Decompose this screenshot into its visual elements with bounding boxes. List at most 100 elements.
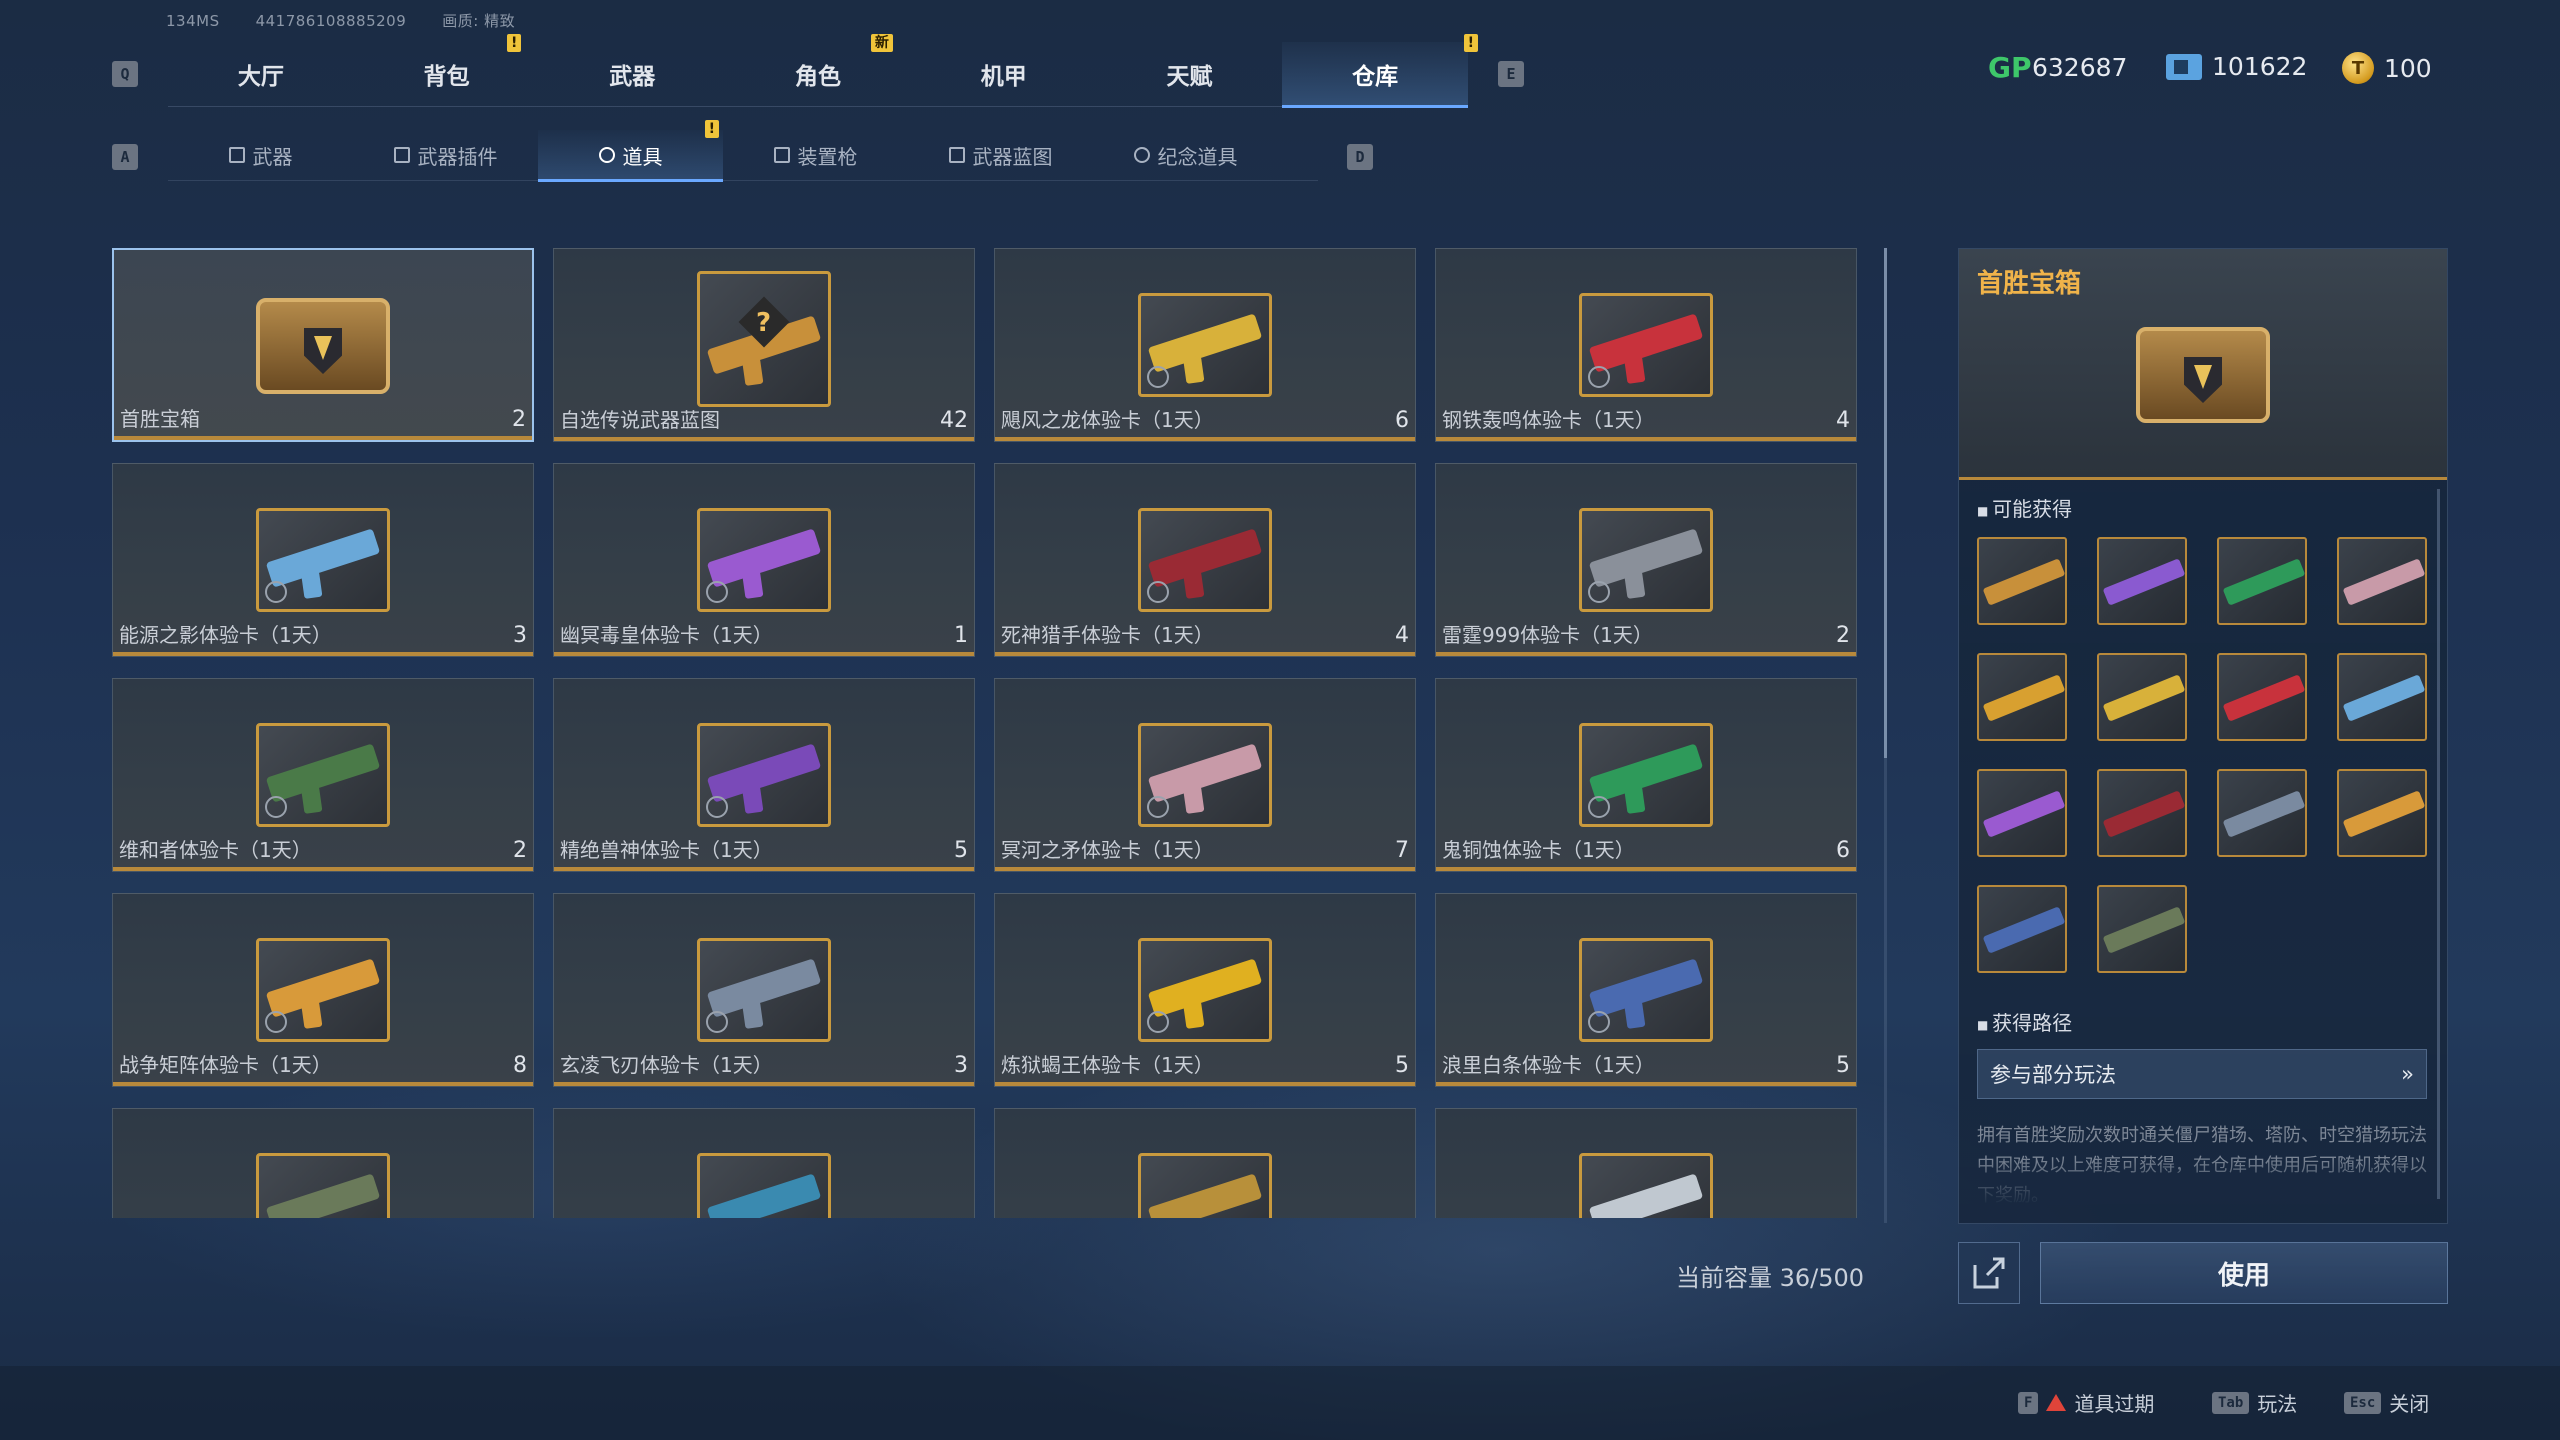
reward-weapon-icon[interactable] <box>2217 653 2307 741</box>
item-card[interactable]: 玄凌飞刃体验卡（1天） 3 <box>553 893 975 1087</box>
item-name: 玄凌飞刃体验卡（1天） <box>560 1053 773 1077</box>
gun-icon <box>228 147 245 163</box>
item-card[interactable]: 幽冥毒皇体验卡（1天） 1 <box>553 463 975 657</box>
reward-weapon-icon[interactable] <box>1977 769 2067 857</box>
footer-bar <box>0 1366 2560 1440</box>
hint-label: 关闭 <box>2389 1392 2430 1416</box>
tab-characters[interactable]: 角色 新 <box>725 34 911 106</box>
item-card[interactable]: 浪里白条体验卡（1天） 5 <box>1435 893 1857 1087</box>
item-count: 5 <box>954 838 968 863</box>
tab-lobby[interactable]: 大厅 <box>168 42 354 106</box>
tab-backpack[interactable]: 背包! <box>354 34 540 106</box>
blueprint-icon: ? <box>697 271 831 407</box>
souvenir-icon <box>1133 147 1150 163</box>
tab-talent[interactable]: 天赋 <box>1097 42 1283 106</box>
weapon-trial-card-icon <box>1579 1153 1713 1218</box>
hint-gameplay[interactable]: Tab 玩法 <box>2212 1388 2297 1417</box>
reward-weapon-icon[interactable] <box>2217 537 2307 625</box>
reward-weapon-icon[interactable] <box>2337 769 2427 857</box>
item-card[interactable] <box>553 1108 975 1218</box>
hint-close[interactable]: Esc 关闭 <box>2344 1388 2429 1417</box>
reward-weapon-icon[interactable] <box>2337 653 2427 741</box>
item-name: 鬼铜蚀体验卡（1天） <box>1442 838 1635 862</box>
capacity-readout: 当前容量 36/500 <box>1676 1264 1865 1292</box>
item-card[interactable]: ? 自选传说武器蓝图 42 <box>553 248 975 442</box>
chest-icon <box>248 280 398 400</box>
item-card[interactable]: 能源之影体验卡（1天） 3 <box>112 463 534 657</box>
item-name: 钢铁轰鸣体验卡（1天） <box>1442 408 1655 432</box>
item-card[interactable]: 精绝兽神体验卡（1天） 5 <box>553 678 975 872</box>
reward-weapon-icon[interactable] <box>2097 769 2187 857</box>
weapon-trial-card-icon <box>1579 723 1713 827</box>
tab-label: 角色 <box>795 64 842 90</box>
tab-weapons[interactable]: 武器 <box>539 42 725 106</box>
hint-expired-items[interactable]: F 道具过期 <box>2018 1388 2154 1417</box>
tab-label: 仓库 <box>1352 64 1399 90</box>
subtab-souvenirs[interactable]: 纪念道具 <box>1093 130 1278 180</box>
double-chevron-right-icon: » <box>2401 1062 2414 1086</box>
reward-weapon-icon[interactable] <box>1977 653 2067 741</box>
quality-readout: 画质: 精致 <box>442 12 516 30</box>
tab-warehouse[interactable]: 仓库! <box>1282 34 1479 108</box>
item-name: 冥河之矛体验卡（1天） <box>1001 838 1214 862</box>
detail-scrollbar[interactable] <box>2437 489 2440 1199</box>
key-a-hint[interactable]: A <box>112 144 138 170</box>
top-info: 134MS 441786108885209 画质: 精致 <box>166 10 551 31</box>
tab-label: 背包 <box>423 64 470 90</box>
path-button[interactable]: 参与部分玩法 » <box>1977 1049 2427 1099</box>
alert-badge: ! <box>1463 34 1479 52</box>
reward-weapon-icon[interactable] <box>2097 653 2187 741</box>
item-card[interactable]: 冥河之矛体验卡（1天） 7 <box>994 678 1416 872</box>
subtab-device-guns[interactable]: 装置枪 <box>723 130 908 180</box>
item-count: 1 <box>954 623 968 648</box>
item-card[interactable]: 钢铁轰鸣体验卡（1天） 4 <box>1435 248 1857 442</box>
device-icon <box>773 147 790 163</box>
path-label: 获得路径 <box>1977 1007 2072 1036</box>
weapon-trial-card-icon <box>1579 293 1713 397</box>
item-icon <box>598 147 615 163</box>
subtab-blueprints[interactable]: 武器蓝图 <box>908 130 1093 180</box>
item-card[interactable]: 首胜宝箱 2 <box>112 248 534 442</box>
item-card[interactable]: 鬼铜蚀体验卡（1天） 6 <box>1435 678 1857 872</box>
item-name: 幽冥毒皇体验卡（1天） <box>560 623 773 647</box>
item-count: 4 <box>1836 408 1850 433</box>
gp-currency: GP 632687 <box>1988 51 2127 84</box>
reward-weapon-icon[interactable] <box>2337 537 2427 625</box>
key-tab-hint: Tab <box>2212 1391 2250 1414</box>
reward-weapon-icon[interactable] <box>2217 769 2307 857</box>
subtab-items[interactable]: 道具! <box>538 120 723 182</box>
ticket-icon <box>2166 53 2202 80</box>
weapon-trial-card-icon <box>1138 1153 1272 1218</box>
item-card[interactable]: 战争矩阵体验卡（1天） 8 <box>112 893 534 1087</box>
item-count: 6 <box>1836 838 1850 863</box>
key-q-hint[interactable]: Q <box>112 61 138 87</box>
subtab-weapons[interactable]: 武器 <box>168 130 353 180</box>
subtab-weapon-plugins[interactable]: 武器插件 <box>353 130 538 180</box>
tab-mecha[interactable]: 机甲 <box>911 42 1097 106</box>
item-name: 浪里白条体验卡（1天） <box>1442 1053 1655 1077</box>
key-e-hint[interactable]: E <box>1498 61 1524 87</box>
item-card[interactable]: 死神猎手体验卡（1天） 4 <box>994 463 1416 657</box>
ticket-currency: 101622 <box>2166 52 2307 81</box>
item-card[interactable]: 雷霆999体验卡（1天） 2 <box>1435 463 1857 657</box>
reward-blueprint-icon[interactable] <box>1977 537 2067 625</box>
reward-weapon-icon[interactable] <box>2097 885 2187 973</box>
reward-weapon-icon[interactable] <box>1977 885 2067 973</box>
share-button[interactable] <box>1958 1242 2020 1304</box>
item-card[interactable] <box>994 1108 1416 1218</box>
item-card[interactable]: 维和者体验卡（1天） 2 <box>112 678 534 872</box>
coin-amount: 100 <box>2384 53 2432 83</box>
item-card[interactable] <box>1435 1108 1857 1218</box>
reward-weapon-icon[interactable] <box>2097 537 2187 625</box>
weapon-trial-card-icon <box>697 938 831 1042</box>
use-button[interactable]: 使用 <box>2040 1242 2448 1304</box>
item-card[interactable]: 飓风之龙体验卡（1天） 6 <box>994 248 1416 442</box>
item-card[interactable]: 炼狱蝎王体验卡（1天） 5 <box>994 893 1416 1087</box>
grid-scrollbar-thumb[interactable] <box>1884 248 1887 758</box>
hint-label: 道具过期 <box>2074 1392 2155 1416</box>
uid-readout: 441786108885209 <box>255 12 407 30</box>
key-d-hint[interactable]: D <box>1347 144 1373 170</box>
item-card[interactable] <box>112 1108 534 1218</box>
tab-label: 机甲 <box>980 64 1027 90</box>
item-name: 战争矩阵体验卡（1天） <box>119 1053 332 1077</box>
